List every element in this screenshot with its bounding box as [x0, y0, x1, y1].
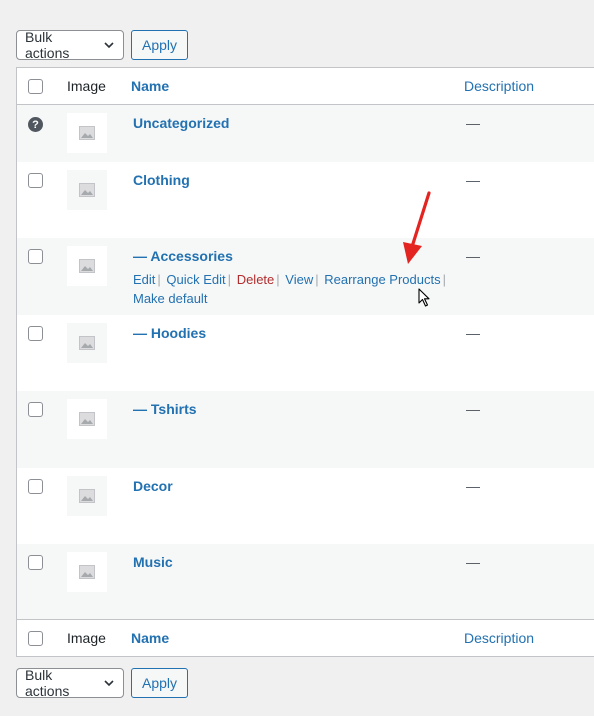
row-checkbox[interactable] [28, 326, 43, 341]
category-name-link[interactable]: Clothing [133, 172, 190, 188]
bulk-actions-select-bottom[interactable]: Bulk actions [16, 667, 124, 699]
edit-link[interactable]: Edit [133, 272, 155, 287]
make-default-link[interactable]: Make default [133, 291, 207, 306]
row-checkbox[interactable] [28, 479, 43, 494]
bulk-actions-bar-bottom: Bulk actions Apply [16, 667, 189, 699]
column-footer-image: Image [67, 630, 106, 646]
table-row: — Hoodies — [17, 315, 594, 391]
image-placeholder-icon [67, 113, 107, 153]
separator: | [315, 272, 319, 287]
bulk-actions-label: Bulk actions [25, 29, 70, 61]
category-name-link[interactable]: Uncategorized [133, 115, 229, 131]
image-placeholder-icon [67, 323, 107, 363]
category-name-link[interactable]: — Hoodies [133, 325, 206, 341]
category-description: — [466, 115, 480, 131]
row-checkbox[interactable] [28, 555, 43, 570]
column-footer-description[interactable]: Description [464, 630, 534, 646]
bulk-actions-label: Bulk actions [25, 667, 70, 699]
category-description: — [466, 325, 480, 341]
row-checkbox[interactable] [28, 249, 43, 264]
table-footer: Image Name Description [17, 619, 594, 656]
bulk-actions-select[interactable]: Bulk actions [16, 29, 124, 61]
separator: | [227, 272, 232, 287]
image-placeholder-icon [67, 170, 107, 210]
table-row: Decor — [17, 468, 594, 544]
category-name-link[interactable]: — Accessories [133, 248, 233, 264]
apply-button[interactable]: Apply [131, 30, 189, 60]
chevron-down-icon [104, 680, 114, 687]
chevron-down-icon [104, 42, 114, 49]
image-placeholder-icon [67, 552, 107, 592]
question-circle-icon[interactable]: ? [28, 117, 43, 132]
category-description: — [466, 248, 480, 264]
category-description: — [466, 401, 480, 417]
quick-edit-link[interactable]: Quick Edit [166, 272, 225, 287]
table-row: Clothing — [17, 162, 594, 238]
row-checkbox[interactable] [28, 402, 43, 417]
separator: | [157, 272, 161, 287]
rearrange-products-link[interactable]: Rearrange Products [324, 272, 440, 287]
category-description: — [466, 478, 480, 494]
select-all-checkbox[interactable] [28, 79, 43, 94]
table-header: Image Name Description [17, 68, 594, 105]
category-description: — [466, 554, 480, 570]
table-row: Music — [17, 544, 594, 620]
bulk-actions-bar-top: Bulk actions Apply [16, 29, 189, 61]
separator: | [442, 272, 446, 287]
select-all-checkbox-footer[interactable] [28, 631, 43, 646]
category-name-link[interactable]: — Tshirts [133, 401, 197, 417]
separator: | [276, 272, 280, 287]
table-row: ? Uncategorized — [17, 105, 594, 162]
category-description: — [466, 172, 480, 188]
column-header-description[interactable]: Description [464, 78, 534, 94]
category-name-link[interactable]: Music [133, 554, 173, 570]
image-placeholder-icon [67, 246, 107, 286]
row-checkbox[interactable] [28, 173, 43, 188]
image-placeholder-icon [67, 399, 107, 439]
image-placeholder-icon [67, 476, 107, 516]
mouse-cursor-icon [418, 288, 430, 307]
column-header-name[interactable]: Name [131, 78, 169, 94]
table-row: — Accessories Edit | Quick Edit | Delete | … [17, 238, 594, 315]
categories-table: Image Name Description ? Uncategorized —… [16, 67, 594, 657]
row-actions: Edit | Quick Edit | Delete | View | Rearrang… [133, 270, 453, 308]
category-name-link[interactable]: Decor [133, 478, 173, 494]
table-row: — Tshirts — [17, 391, 594, 468]
column-footer-name[interactable]: Name [131, 630, 169, 646]
delete-link[interactable]: Delete [237, 272, 275, 287]
red-arrow-annotation [403, 191, 431, 264]
column-header-image: Image [67, 78, 106, 94]
view-link[interactable]: View [285, 272, 313, 287]
apply-button-bottom[interactable]: Apply [131, 668, 189, 698]
